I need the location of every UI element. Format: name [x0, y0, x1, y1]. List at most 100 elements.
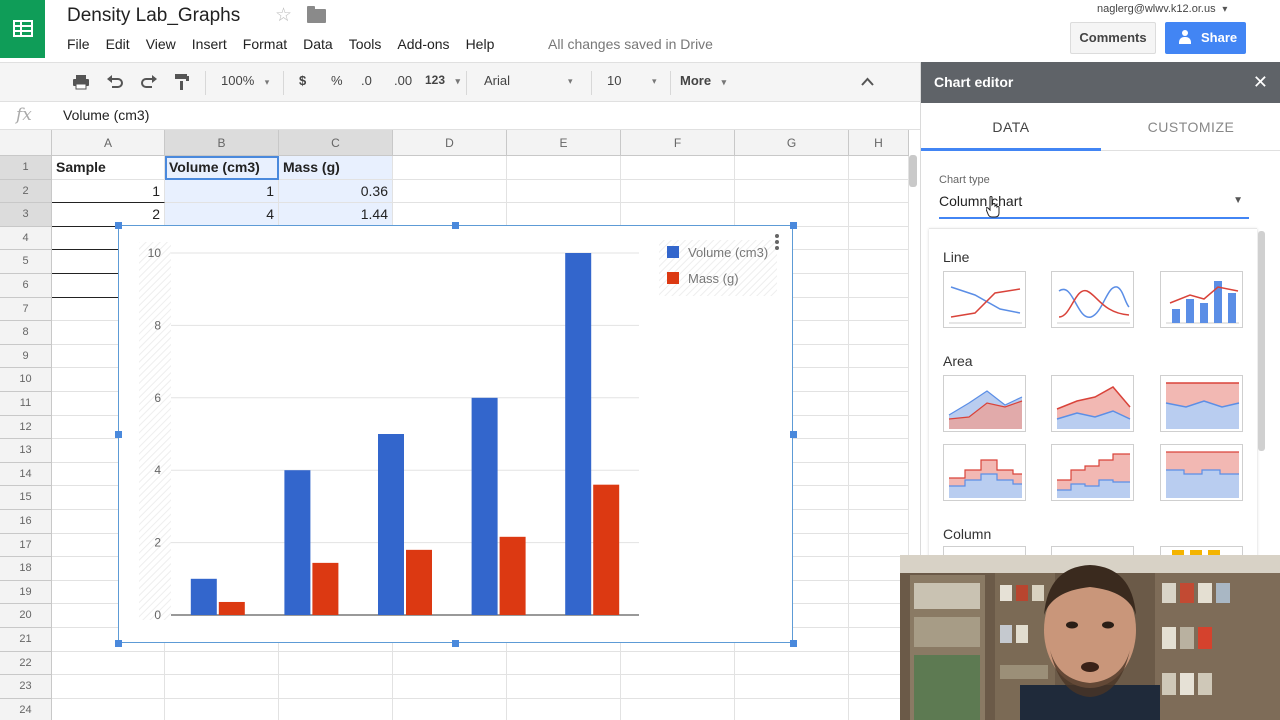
cell-a23[interactable]: [52, 675, 165, 699]
cell-g1[interactable]: [735, 156, 849, 180]
tab-data[interactable]: DATA: [921, 103, 1101, 151]
menu-data[interactable]: Data: [303, 36, 333, 52]
cell-h16[interactable]: [849, 510, 909, 534]
cell-d3[interactable]: [393, 203, 507, 227]
row-header-1[interactable]: 1: [0, 156, 52, 180]
row-header-2[interactable]: 2: [0, 179, 52, 204]
cell-h5[interactable]: [849, 250, 909, 274]
menu-view[interactable]: View: [146, 36, 176, 52]
cell-h14[interactable]: [849, 462, 909, 487]
resize-handle[interactable]: [452, 639, 459, 647]
undo-icon[interactable]: [106, 75, 124, 89]
tab-customize[interactable]: CUSTOMIZE: [1101, 103, 1280, 151]
resize-handle[interactable]: [452, 221, 459, 229]
cell-c2[interactable]: 0.36: [279, 179, 393, 204]
menu-edit[interactable]: Edit: [106, 36, 130, 52]
row-header-16[interactable]: 16: [0, 510, 52, 534]
cell-h6[interactable]: [849, 274, 909, 298]
cell-e3[interactable]: [507, 203, 621, 227]
sheets-logo-icon[interactable]: [0, 0, 45, 58]
stepped-area-chart-option[interactable]: [943, 444, 1026, 501]
row-header-20[interactable]: 20: [0, 604, 52, 628]
formula-input[interactable]: Volume (cm3): [63, 107, 149, 123]
cell-b3[interactable]: 4: [165, 203, 279, 227]
cell-b1[interactable]: Volume (cm3): [165, 156, 279, 180]
resize-handle[interactable]: [114, 639, 122, 647]
cell-h7[interactable]: [849, 297, 909, 322]
cell-b24[interactable]: [165, 698, 279, 720]
column-header-g[interactable]: G: [735, 130, 849, 156]
cell-d2[interactable]: [393, 179, 507, 204]
share-button[interactable]: Share: [1165, 22, 1246, 54]
star-icon[interactable]: ☆: [275, 4, 292, 27]
cell-h13[interactable]: [849, 439, 909, 463]
cell-e1[interactable]: [507, 156, 621, 180]
row-header-9[interactable]: 9: [0, 344, 52, 369]
cell-g24[interactable]: [735, 698, 849, 720]
column-header-a[interactable]: A: [52, 130, 165, 156]
cell-c24[interactable]: [279, 698, 393, 720]
menu-file[interactable]: File: [67, 36, 90, 52]
folder-icon[interactable]: [307, 6, 326, 23]
row-header-6[interactable]: 6: [0, 274, 52, 298]
row-header-12[interactable]: 12: [0, 415, 52, 440]
cell-h4[interactable]: [849, 226, 909, 251]
cell-f23[interactable]: [621, 675, 735, 699]
cell-g22[interactable]: [735, 651, 849, 676]
cell-f22[interactable]: [621, 651, 735, 676]
row-header-3[interactable]: 3: [0, 203, 52, 227]
cell-h1[interactable]: [849, 156, 909, 180]
resize-handle[interactable]: [114, 221, 122, 229]
smooth-line-chart-option[interactable]: [1051, 271, 1134, 328]
save-status[interactable]: All changes saved in Drive: [548, 36, 713, 52]
cell-f2[interactable]: [621, 179, 735, 204]
cell-c1[interactable]: Mass (g): [279, 156, 393, 180]
cell-h12[interactable]: [849, 415, 909, 440]
font-select[interactable]: Arial: [484, 73, 510, 88]
comments-button[interactable]: Comments: [1070, 22, 1156, 54]
increase-decimal-button[interactable]: .00: [394, 73, 412, 88]
cell-h2[interactable]: [849, 179, 909, 204]
cell-g23[interactable]: [735, 675, 849, 699]
percent-format-button[interactable]: %: [331, 73, 343, 88]
cell-b22[interactable]: [165, 651, 279, 676]
embedded-chart[interactable]: 0 2 4 6 8 10 Volume (cm3) Mass (g): [118, 225, 793, 643]
row-header-5[interactable]: 5: [0, 250, 52, 274]
cell-d24[interactable]: [393, 698, 507, 720]
column-header-e[interactable]: E: [507, 130, 621, 156]
row-header-8[interactable]: 8: [0, 321, 52, 345]
font-dropdown-arrow-icon[interactable]: ▾: [568, 76, 573, 87]
cell-f24[interactable]: [621, 698, 735, 720]
cell-a22[interactable]: [52, 651, 165, 676]
close-icon[interactable]: ✕: [1253, 62, 1268, 103]
column-header-d[interactable]: D: [393, 130, 507, 156]
font-size-dropdown-arrow-icon[interactable]: ▾: [652, 76, 657, 87]
cell-h11[interactable]: [849, 392, 909, 416]
cell-a3[interactable]: 2: [52, 203, 165, 227]
100-stepped-area-chart-option[interactable]: [1160, 444, 1243, 501]
row-header-4[interactable]: 4: [0, 226, 52, 251]
menu-help[interactable]: Help: [466, 36, 495, 52]
more-formats-select[interactable]: 123: [425, 73, 460, 87]
row-header-22[interactable]: 22: [0, 651, 52, 676]
cell-d22[interactable]: [393, 651, 507, 676]
resize-handle[interactable]: [789, 221, 797, 229]
cell-a1[interactable]: Sample: [52, 156, 165, 180]
100-stacked-area-chart-option[interactable]: [1160, 375, 1243, 432]
cell-h3[interactable]: [849, 203, 909, 227]
cell-f1[interactable]: [621, 156, 735, 180]
cell-c23[interactable]: [279, 675, 393, 699]
cell-e23[interactable]: [507, 675, 621, 699]
font-size-select[interactable]: 10: [607, 73, 621, 88]
cell-h15[interactable]: [849, 486, 909, 510]
cell-g2[interactable]: [735, 179, 849, 204]
row-header-14[interactable]: 14: [0, 462, 52, 487]
cell-e24[interactable]: [507, 698, 621, 720]
document-title[interactable]: Density Lab_Graphs: [67, 5, 240, 27]
menu-addons[interactable]: Add-ons: [397, 36, 449, 52]
column-header-b[interactable]: B: [165, 130, 279, 156]
row-header-17[interactable]: 17: [0, 533, 52, 558]
row-header-7[interactable]: 7: [0, 297, 52, 322]
resize-handle[interactable]: [114, 430, 122, 438]
redo-icon[interactable]: [140, 75, 158, 89]
